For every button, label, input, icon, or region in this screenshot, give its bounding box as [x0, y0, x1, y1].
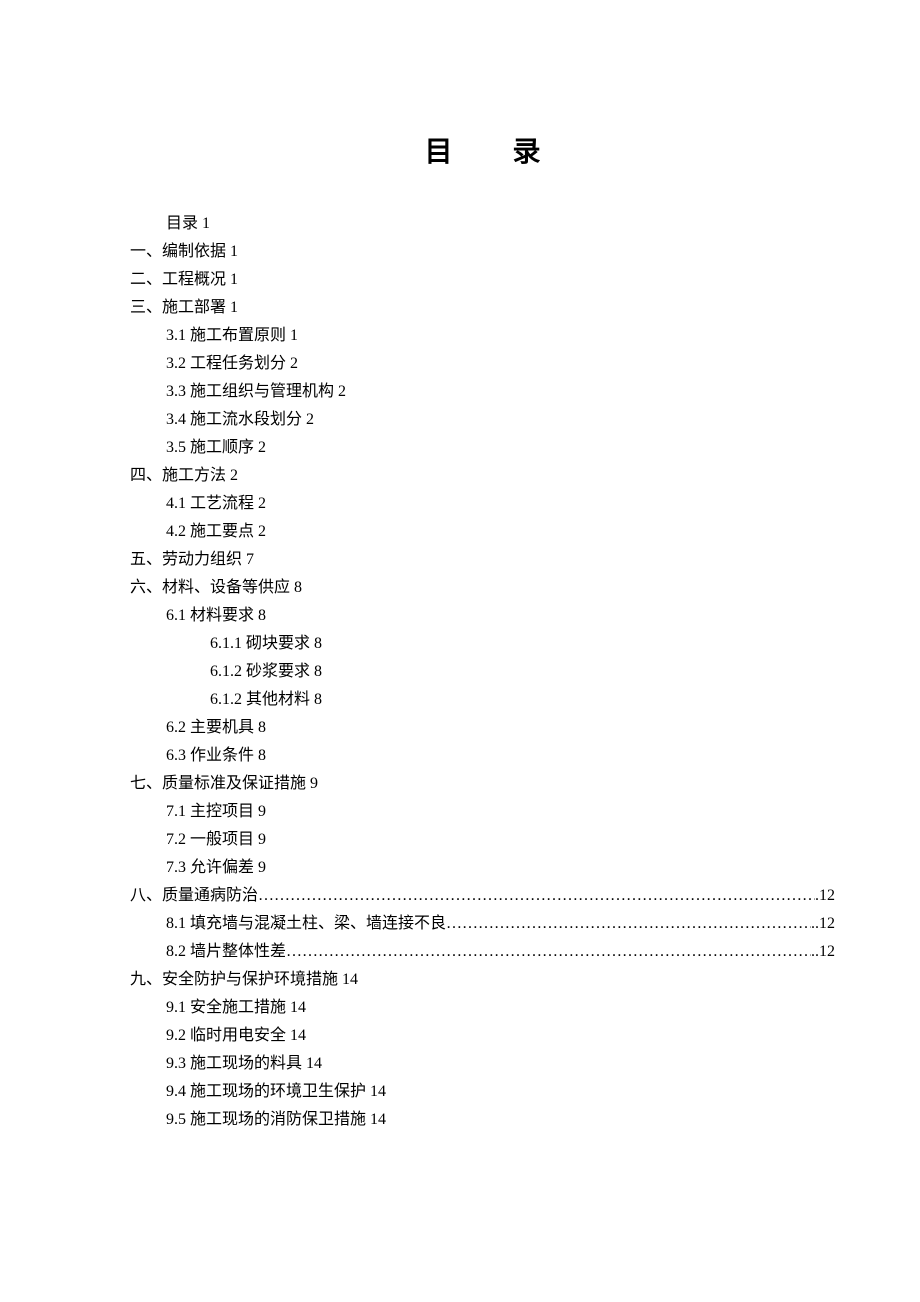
toc-entry: 五、劳动力组织 7 — [130, 546, 835, 574]
toc-entry-text: 3.5 施工顺序 2 — [166, 439, 266, 456]
toc-entry: 6.3 作业条件 8 — [130, 742, 835, 770]
toc-entry: 三、施工部署 1 — [130, 294, 835, 322]
toc-entry-text: 6.3 作业条件 8 — [166, 747, 266, 764]
toc-entry: 一、编制依据 1 — [130, 238, 835, 266]
toc-entry: 9.1 安全施工措施 14 — [130, 994, 835, 1022]
toc-entry-text: 4.1 工艺流程 2 — [166, 495, 266, 512]
toc-entry-text: 3.3 施工组织与管理机构 2 — [166, 383, 346, 400]
toc-entry: 8.2 墙片整体性差………………………………………………………………………………… — [130, 938, 835, 966]
toc-entry: 七、质量标准及保证措施 9 — [130, 770, 835, 798]
toc-entry-text: 三、施工部署 1 — [130, 299, 238, 316]
toc-entry-label: 8.2 墙片整体性差 — [166, 938, 286, 966]
toc-entry-text: 6.1 材料要求 8 — [166, 607, 266, 624]
toc-entry: 6.1.2 其他材料 8 — [130, 686, 835, 714]
toc-entry: 9.4 施工现场的环境卫生保护 14 — [130, 1078, 835, 1106]
toc-entry-text: 9.2 临时用电安全 14 — [166, 1027, 306, 1044]
toc-entry-page: .12 — [815, 882, 835, 910]
toc-entry-text: 六、材料、设备等供应 8 — [130, 579, 302, 596]
document-page: 目录 目录 1 一、编制依据 1 二、工程概况 1 三、施工部署 1 3.1 施工布置原… — [0, 0, 920, 1302]
toc-entry: 8.1 填充墙与混凝土柱、梁、墙连接不良……………………………………………………… — [130, 910, 835, 938]
toc-entry-text: 3.2 工程任务划分 2 — [166, 355, 298, 372]
toc-entry-text: 3.1 施工布置原则 1 — [166, 327, 298, 344]
toc-entry: 3.3 施工组织与管理机构 2 — [130, 378, 835, 406]
toc-entry: 六、材料、设备等供应 8 — [130, 574, 835, 602]
toc-entry-page: ..12 — [811, 938, 835, 966]
toc-entry: 二、工程概况 1 — [130, 266, 835, 294]
toc-entry: 6.1.1 砌块要求 8 — [130, 630, 835, 658]
toc-entry: 6.1.2 砂浆要求 8 — [130, 658, 835, 686]
toc-entry-text: 一、编制依据 1 — [130, 243, 238, 260]
toc-entry-page: ..12 — [811, 910, 835, 938]
toc-entry: 4.2 施工要点 2 — [130, 518, 835, 546]
toc-entry: 9.3 施工现场的料具 14 — [130, 1050, 835, 1078]
toc-list: 目录 1 一、编制依据 1 二、工程概况 1 三、施工部署 1 3.1 施工布置原则 1… — [130, 210, 835, 1134]
toc-entry-text: 6.1.2 砂浆要求 8 — [210, 663, 322, 680]
toc-entry: 9.2 临时用电安全 14 — [130, 1022, 835, 1050]
toc-entry: 3.2 工程任务划分 2 — [130, 350, 835, 378]
toc-entry-text: 7.2 一般项目 9 — [166, 831, 266, 848]
toc-entry: 目录 1 — [130, 210, 835, 238]
toc-entry-leader: …………………………………………………………………………………………………………… — [258, 882, 815, 910]
toc-title: 目录 — [130, 130, 835, 170]
toc-entry: 九、安全防护与保护环境措施 14 — [130, 966, 835, 994]
toc-entry-leader: …………………………………………………………………………………………………………… — [286, 938, 811, 966]
toc-entry: 7.1 主控项目 9 — [130, 798, 835, 826]
toc-entry: 3.4 施工流水段划分 2 — [130, 406, 835, 434]
toc-entry-text: 3.4 施工流水段划分 2 — [166, 411, 314, 428]
toc-entry-text: 9.1 安全施工措施 14 — [166, 999, 306, 1016]
toc-entry: 3.1 施工布置原则 1 — [130, 322, 835, 350]
toc-entry-leader: …………………………………………………………………………………………………………… — [446, 910, 811, 938]
toc-entry-text: 五、劳动力组织 7 — [130, 551, 254, 568]
toc-entry: 四、施工方法 2 — [130, 462, 835, 490]
toc-entry-label: 8.1 填充墙与混凝土柱、梁、墙连接不良 — [166, 910, 446, 938]
toc-entry-text: 7.3 允许偏差 9 — [166, 859, 266, 876]
toc-entry-text: 四、施工方法 2 — [130, 467, 238, 484]
toc-entry-text: 目录 1 — [166, 215, 210, 232]
toc-entry-text: 6.1.2 其他材料 8 — [210, 691, 322, 708]
toc-entry-text: 6.1.1 砌块要求 8 — [210, 635, 322, 652]
toc-entry-text: 4.2 施工要点 2 — [166, 523, 266, 540]
toc-entry-text: 二、工程概况 1 — [130, 271, 238, 288]
toc-entry-text: 九、安全防护与保护环境措施 14 — [130, 971, 358, 988]
toc-entry-text: 七、质量标准及保证措施 9 — [130, 775, 318, 792]
toc-entry-text: 6.2 主要机具 8 — [166, 719, 266, 736]
toc-entry-text: 9.4 施工现场的环境卫生保护 14 — [166, 1083, 386, 1100]
toc-entry: 7.2 一般项目 9 — [130, 826, 835, 854]
toc-entry: 6.1 材料要求 8 — [130, 602, 835, 630]
toc-entry: 4.1 工艺流程 2 — [130, 490, 835, 518]
toc-entry: 3.5 施工顺序 2 — [130, 434, 835, 462]
toc-entry: 9.5 施工现场的消防保卫措施 14 — [130, 1106, 835, 1134]
toc-entry-label: 八、质量通病防治 — [130, 882, 258, 910]
toc-entry-text: 7.1 主控项目 9 — [166, 803, 266, 820]
toc-entry: 八、质量通病防治……………………………………………………………………………………… — [130, 882, 835, 910]
toc-entry-text: 9.5 施工现场的消防保卫措施 14 — [166, 1111, 386, 1128]
toc-entry: 7.3 允许偏差 9 — [130, 854, 835, 882]
toc-entry: 6.2 主要机具 8 — [130, 714, 835, 742]
toc-entry-text: 9.3 施工现场的料具 14 — [166, 1055, 322, 1072]
